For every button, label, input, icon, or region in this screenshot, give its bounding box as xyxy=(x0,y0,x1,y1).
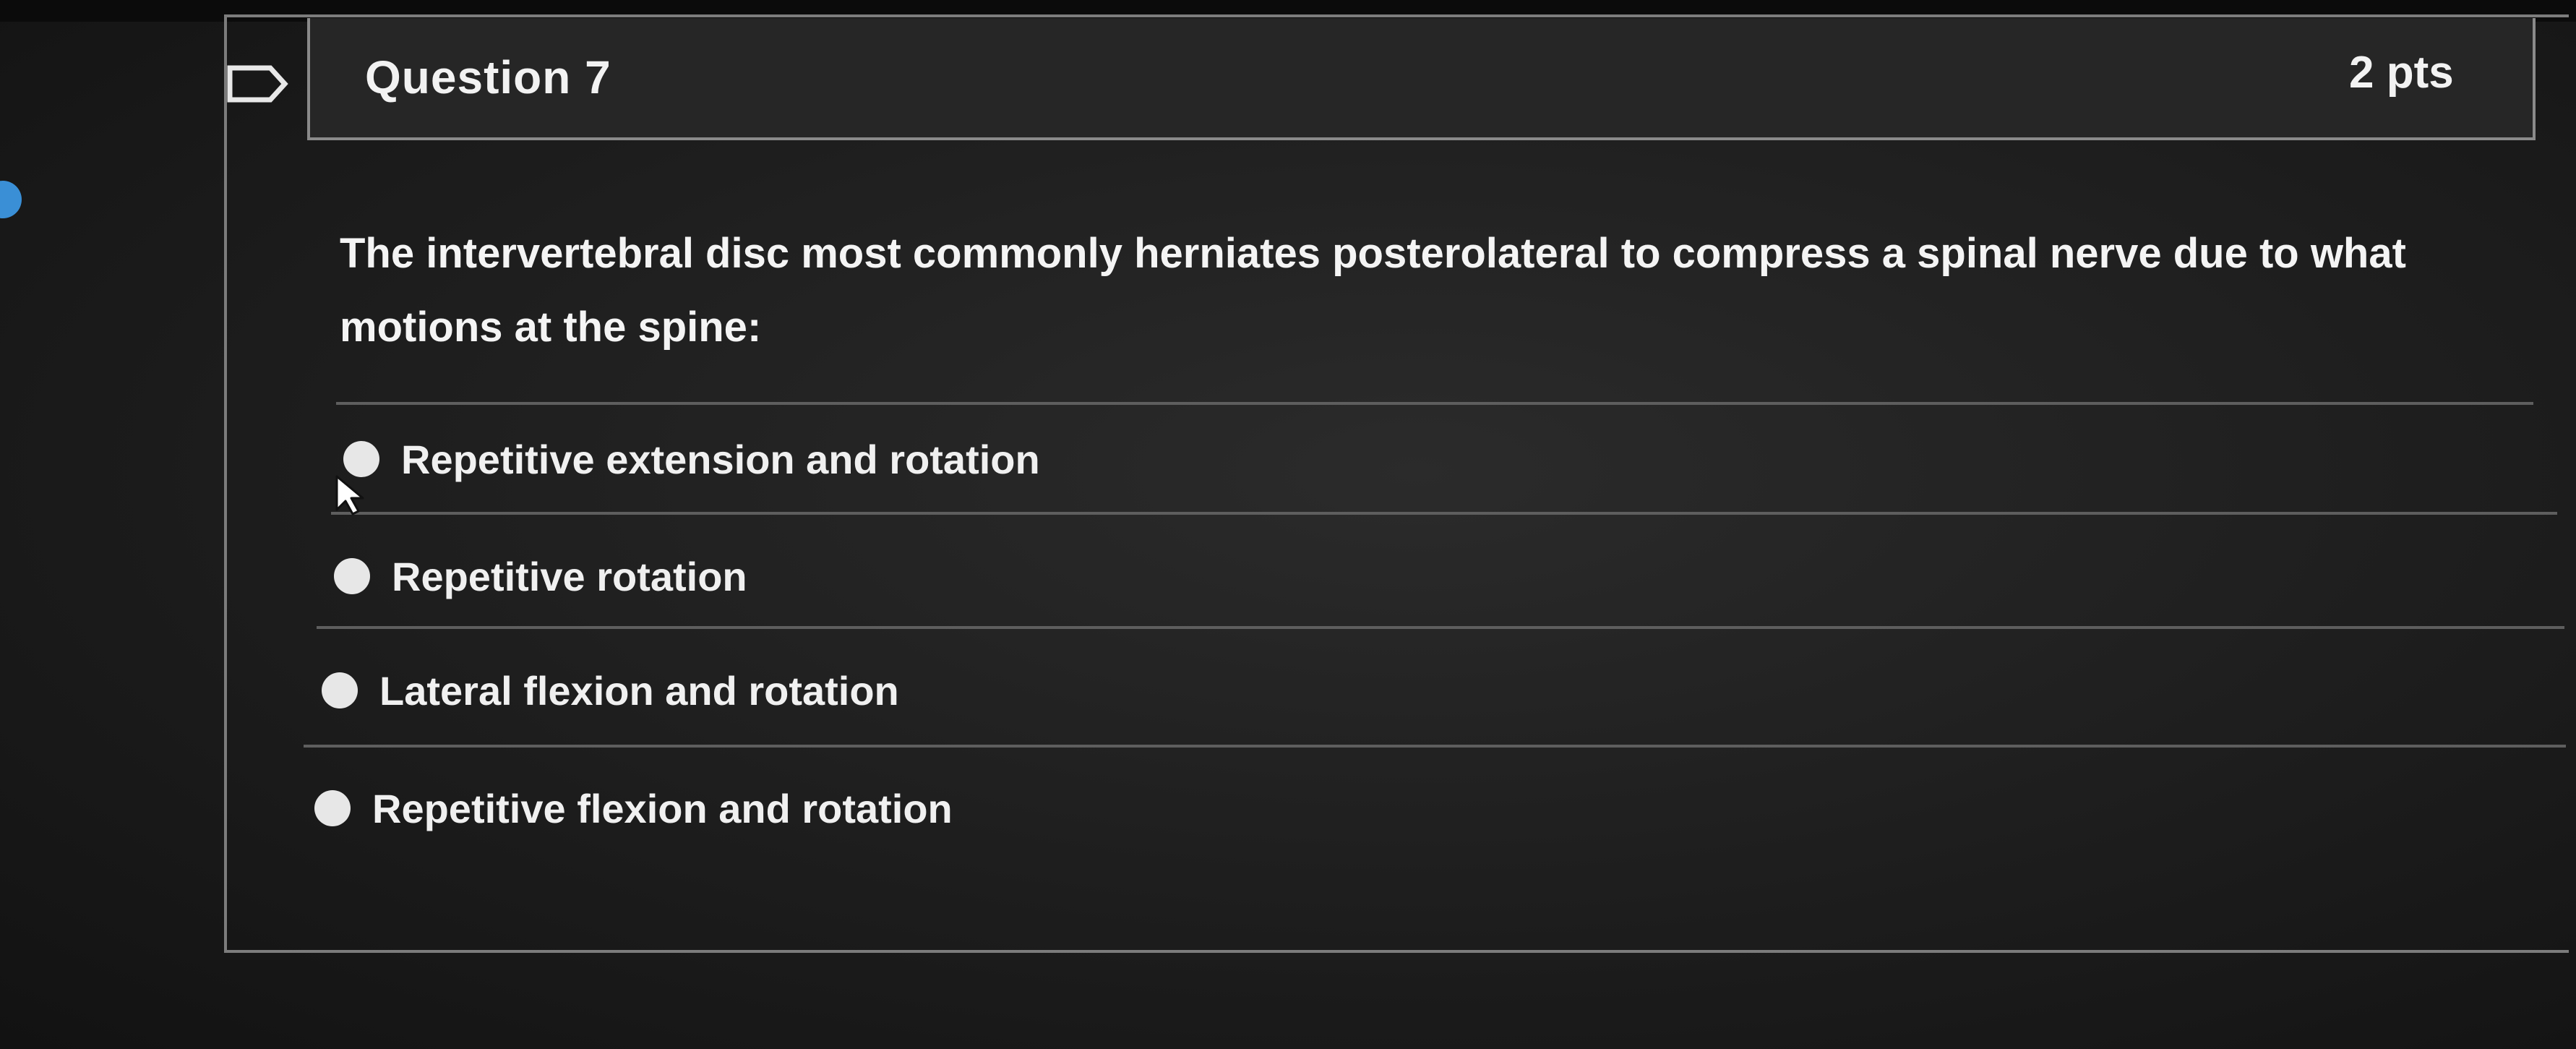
divider xyxy=(304,745,2566,748)
radio-button-1[interactable] xyxy=(343,441,379,477)
question-text: The intervertebral disc most commonly he… xyxy=(340,230,2406,351)
answer-label: Repetitive flexion and rotation xyxy=(372,785,953,831)
question-header xyxy=(307,18,2536,140)
radio-button-3[interactable] xyxy=(322,672,358,708)
answer-option-1[interactable]: Repetitive extension and rotation xyxy=(343,419,1040,499)
answer-option-3[interactable]: Lateral flexion and rotation xyxy=(322,651,899,730)
divider xyxy=(336,402,2533,405)
flag-outline-icon[interactable] xyxy=(226,64,289,104)
question-points: 2 pts xyxy=(2349,48,2454,98)
radio-button-4[interactable] xyxy=(314,790,351,826)
radio-button-2[interactable] xyxy=(334,558,370,594)
side-indicator-dot xyxy=(0,181,22,218)
answer-label: Lateral flexion and rotation xyxy=(379,667,899,714)
answer-label: Repetitive rotation xyxy=(392,553,747,599)
screen: Question 7 2 pts The intervertebral disc… xyxy=(0,0,2576,1049)
mouse-pointer-icon xyxy=(335,475,364,515)
divider xyxy=(317,626,2564,629)
answer-option-2[interactable]: Repetitive rotation xyxy=(334,536,747,616)
answer-label: Repetitive extension and rotation xyxy=(401,436,1040,482)
answer-option-4[interactable]: Repetitive flexion and rotation xyxy=(314,768,953,848)
question-title: Question 7 xyxy=(365,51,611,103)
divider xyxy=(331,512,2557,515)
